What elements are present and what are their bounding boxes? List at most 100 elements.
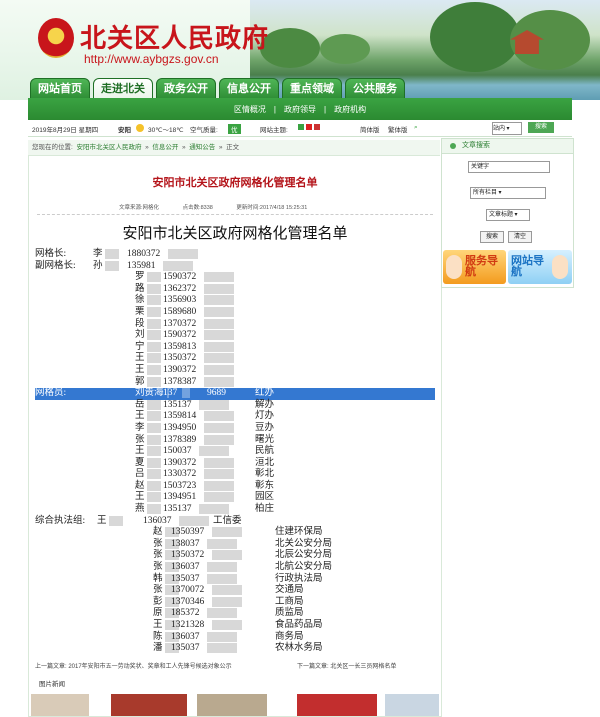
service-guide-text: 服务导航 <box>465 255 498 278</box>
redaction-block <box>105 249 119 261</box>
roster-unit: 灯办 <box>255 411 275 422</box>
roster-line: 燕 135137 柏庄 <box>35 504 435 516</box>
redaction-block <box>204 318 235 331</box>
subnav-agencies[interactable]: 政府机构 <box>334 104 366 115</box>
prev-article-link[interactable]: 上一篇文章: 2017年安阳市五一劳动奖状、奖章和工人先锋号候选对象公示 <box>35 661 255 670</box>
roster-name: 彭 <box>153 596 163 607</box>
subnav-overview[interactable]: 区情概况 <box>234 104 266 115</box>
roster-unit: 柏庄 <box>255 504 275 515</box>
site-search-button[interactable]: 搜索 <box>528 122 554 133</box>
weather-city: 安阳 <box>118 127 131 134</box>
breadcrumb-notice[interactable]: 通知公告 <box>189 144 215 151</box>
breadcrumb-info[interactable]: 信息公开 <box>152 144 178 151</box>
search-icon[interactable]: ⌕ <box>414 124 418 132</box>
traditional-link[interactable]: 繁体版 <box>388 124 408 134</box>
roster-name: 王 <box>135 492 145 503</box>
redaction-block <box>147 469 161 481</box>
roster-name: 赵 <box>135 480 145 491</box>
roster-line: 副网格长: 孙 135981 <box>35 260 435 273</box>
roster-line: 郭 1378387 <box>35 376 435 389</box>
redaction-block <box>147 318 161 331</box>
simplified-link[interactable]: 简体版 <box>360 124 380 134</box>
redaction-block <box>204 422 235 435</box>
roster-name: 徐 <box>135 295 145 306</box>
roster-phone: 1390372 <box>163 364 197 375</box>
roster-phone: 137 <box>163 388 178 399</box>
roster-line: 栗 1589680 <box>35 306 435 319</box>
roster-unit: 红办 <box>255 388 275 399</box>
redaction-block <box>198 504 229 516</box>
sidebar-title: 文章搜索 <box>442 139 573 154</box>
redaction-block <box>212 585 243 597</box>
redaction-block <box>206 643 237 655</box>
roster-phone: 138037 <box>171 538 200 549</box>
news-thumbnail[interactable] <box>31 694 89 716</box>
breadcrumb-home[interactable]: 安阳市北关区人民政府 <box>76 144 141 151</box>
site-guide-text: 网站导航 <box>511 255 544 278</box>
subnav-leaders[interactable]: 政府领导 <box>284 104 316 115</box>
keyword-input[interactable]: 关键字 <box>468 161 550 173</box>
main-nav: 网站首页 走进北关 政务公开 信息公开 重点领域 公共服务 <box>30 78 405 100</box>
roster-phone: 1321328 <box>171 620 205 630</box>
theme-label: 网站主题: <box>260 127 288 134</box>
roster-line: 王 150037 民航 <box>35 446 435 458</box>
redaction-block <box>147 353 161 365</box>
nav-public-service[interactable]: 公共服务 <box>345 78 405 100</box>
column-select[interactable]: 所有栏目 ▾ <box>470 187 546 199</box>
roster-name: 陈 <box>153 631 163 642</box>
theme-swatches[interactable] <box>296 124 320 131</box>
news-thumbnail[interactable] <box>385 694 439 716</box>
nav-key-areas[interactable]: 重点领域 <box>282 78 342 100</box>
field-select[interactable]: 文章标题 ▾ <box>486 209 530 221</box>
roster-line: 罗 1590372 <box>35 272 435 284</box>
sub-nav: 区情概况 | 政府领导 | 政府机构 <box>28 98 572 120</box>
breadcrumb-prefix: 您现在的位置: <box>32 144 73 151</box>
redaction-block <box>198 446 229 458</box>
roster-name: 韩 <box>153 573 163 584</box>
service-guide-banner[interactable]: 服务导航 <box>443 250 506 284</box>
nav-info-public[interactable]: 信息公开 <box>219 78 279 100</box>
nav-home[interactable]: 网站首页 <box>30 78 90 100</box>
redaction-block <box>147 295 161 307</box>
roster-line: 夏 1390372 洹北 <box>35 457 435 470</box>
roster-name: 李 <box>93 249 103 259</box>
roster-phone: 1370372 <box>163 318 197 329</box>
roster-line: 刘 1590372 <box>35 330 435 342</box>
site-url[interactable]: http://www.aybgzs.gov.cn <box>84 52 219 66</box>
redaction-block <box>147 434 161 447</box>
roster-phone: 1350372 <box>163 353 197 364</box>
roster-role-label: 副网格长: <box>35 260 76 271</box>
news-thumbnail[interactable] <box>197 694 267 716</box>
roster-phone: 1590372 <box>163 330 197 341</box>
divider <box>37 214 433 215</box>
roster-phone: 1370346 <box>171 596 205 607</box>
roster-unit: 彰北 <box>255 469 275 480</box>
roster-line: 张 1370072 交通局 <box>35 585 435 597</box>
nav-gov-affairs[interactable]: 政务公开 <box>156 78 216 100</box>
site-guide-banner[interactable]: 网站导航 <box>508 250 572 284</box>
roster-phone: 185372 <box>171 608 200 619</box>
redaction-block <box>206 631 237 644</box>
roster-unit: 北辰公安分局 <box>275 550 333 561</box>
article-title: 安阳市北关区政府网格化管理名单 <box>152 177 318 189</box>
redaction-block <box>105 260 119 273</box>
search-button[interactable]: 搜索 <box>480 231 504 243</box>
redaction-block <box>204 295 235 307</box>
roster-line: 赵 1503723 彰东 <box>35 480 435 493</box>
roster-phone: 1370072 <box>171 585 205 596</box>
roster-name: 路 <box>135 283 145 294</box>
roster-line: 岳 135137 解办 <box>35 399 435 412</box>
roster-role-label: 网格长: <box>35 249 67 259</box>
clear-button[interactable]: 清空 <box>508 231 532 243</box>
nav-about[interactable]: 走进北关 <box>93 78 153 100</box>
redaction-block <box>168 249 199 261</box>
search-scope-select[interactable]: 站内 ▾ <box>492 122 522 135</box>
news-thumbnail[interactable] <box>111 694 187 716</box>
roster-line: 张 136037 北航公安分局 <box>35 562 435 574</box>
roster-line: 原 185372 质监局 <box>35 608 435 620</box>
picture-news-title: 图片新闻 <box>39 681 65 688</box>
news-thumbnail[interactable] <box>297 694 377 716</box>
redaction-block <box>212 527 243 539</box>
redaction-block <box>109 515 123 528</box>
next-article-link[interactable]: 下一篇文章: 北关区一长三员网格名单 <box>297 661 396 670</box>
